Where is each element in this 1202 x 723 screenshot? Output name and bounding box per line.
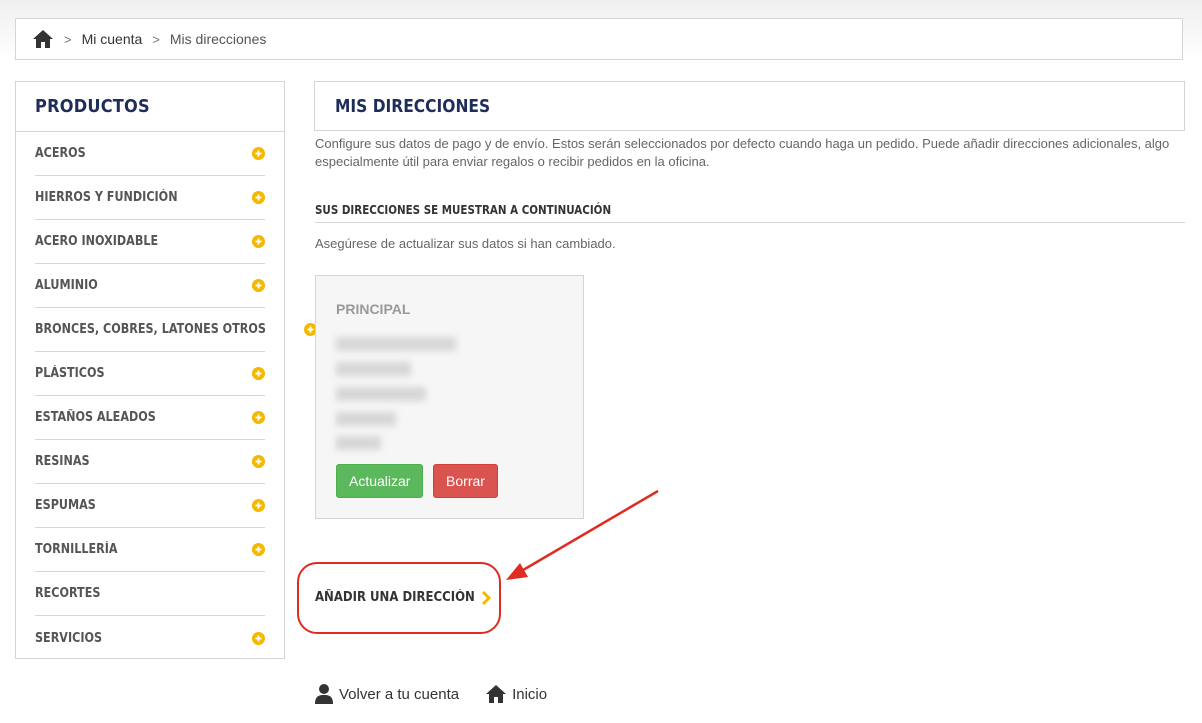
sidebar-category-label: ACEROS [35,146,86,161]
back-to-account-link[interactable]: Volver a tu cuenta [314,683,459,705]
address-line-redacted [336,436,381,450]
sidebar-category-item[interactable]: PLÁSTICOS [35,352,265,396]
home-icon [486,685,507,703]
plus-circle-icon[interactable] [252,279,265,292]
sidebar-category-label: PLÁSTICOS [35,366,105,381]
update-address-button[interactable]: Actualizar [336,464,423,498]
address-card: PRINCIPAL Actualizar Borrar [315,275,584,519]
update-note: Asegúrese de actualizar sus datos si han… [315,236,616,251]
category-list: ACEROS HIERROS Y FUNDICIÓN ACERO INOXIDABL… [16,132,317,660]
address-line-redacted [336,362,411,376]
intro-text: Configure sus datos de pago y de envío. … [315,136,1170,169]
sidebar-category-item[interactable]: ACERO INOXIDABLE [35,220,265,264]
breadcrumb-item-mi-cuenta[interactable]: Mi cuenta [82,31,143,47]
sidebar-category-item[interactable]: TORNILLERÍA [35,528,265,572]
sidebar-category-label: RESINAS [35,454,90,469]
sidebar-category-item[interactable]: RESINAS [35,440,265,484]
footer-links: Volver a tu cuenta Inicio [314,683,573,705]
plus-circle-icon[interactable] [252,455,265,468]
sidebar-category-label: RECORTES [35,586,101,601]
category-sidebar: PRODUCTOS ACEROS HIERROS Y FUNDICIÓN ACERO… [15,81,317,660]
back-to-account-label: Volver a tu cuenta [339,685,460,703]
sidebar-category-label: ESPUMAS [35,498,96,513]
plus-circle-icon[interactable] [252,631,265,645]
breadcrumb-separator: > [152,31,160,47]
sidebar-category-item[interactable]: ESTAÑOS ALEADOS [35,396,265,440]
address-line-redacted [336,387,426,401]
address-line-redacted [336,337,456,351]
sidebar-category-label: BRONCES, COBRES, LATONES OTROS [35,322,266,337]
home-icon[interactable] [32,29,54,49]
breadcrumb-separator: > [64,31,72,47]
annotation-highlight [297,562,501,634]
sidebar-category-item[interactable]: HIERROS Y FUNDICIÓN [35,176,265,220]
user-icon [315,684,333,704]
plus-circle-icon[interactable] [252,499,265,512]
sidebar-category-item[interactable]: BRONCES, COBRES, LATONES OTROS [35,308,317,352]
plus-circle-icon[interactable] [252,411,265,424]
plus-circle-icon[interactable] [252,543,265,556]
sidebar-category-item[interactable]: SERVICIOS [35,616,265,660]
plus-circle-icon[interactable] [252,147,265,160]
address-title: PRINCIPAL [336,301,411,317]
plus-circle-icon[interactable] [252,191,265,204]
annotation-arrow [506,489,659,580]
addresses-subheading: SUS DIRECCIONES SE MUESTRAN A CONTINUACI… [315,203,1185,223]
address-line-redacted [336,412,396,426]
plus-circle-icon[interactable] [252,367,265,380]
sidebar-category-item[interactable]: RECORTES [35,572,265,616]
sidebar-category-label: ALUMINIO [35,278,98,293]
sidebar-category-item[interactable]: ALUMINIO [35,264,265,308]
delete-address-button[interactable]: Borrar [433,464,498,498]
sidebar-category-item[interactable]: ESPUMAS [35,484,265,528]
home-label: Inicio [512,685,548,703]
sidebar-category-label: SERVICIOS [35,630,103,646]
home-link[interactable]: Inicio [485,684,547,704]
breadcrumb-item-mis-direcciones: Mis direcciones [169,31,267,47]
breadcrumb: > Mi cuenta > Mis direcciones [15,18,1183,60]
sidebar-title: PRODUCTOS [16,82,284,132]
plus-circle-icon[interactable] [252,235,265,248]
sidebar-category-label: ESTAÑOS ALEADOS [35,410,156,425]
sidebar-category-label: HIERROS Y FUNDICIÓN [35,190,178,205]
page-title: MIS DIRECCIONES [314,81,1185,131]
sidebar-category-label: TORNILLERÍA [35,542,118,557]
sidebar-category-item[interactable]: ACEROS [35,132,265,176]
sidebar-category-label: ACERO INOXIDABLE [35,234,159,249]
